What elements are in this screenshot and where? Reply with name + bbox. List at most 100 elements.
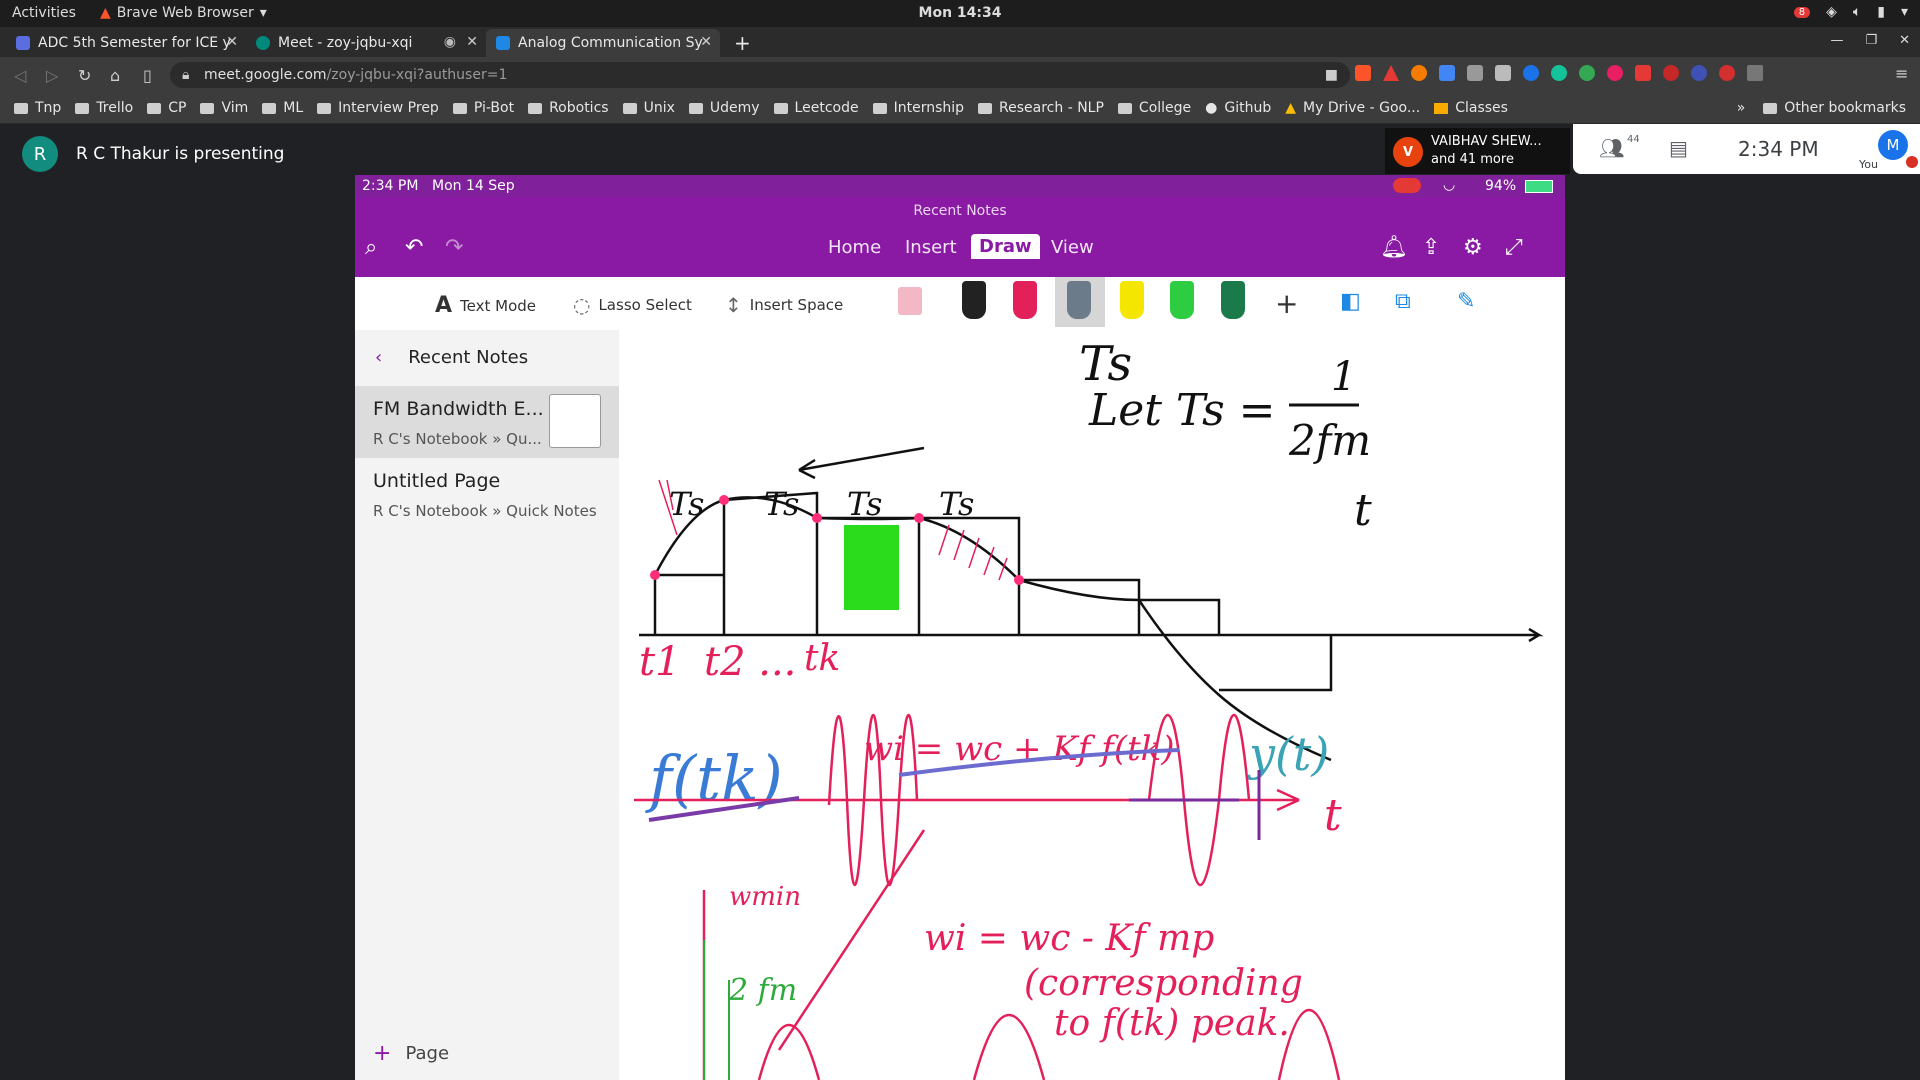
pen-tool-black[interactable] (962, 281, 986, 319)
undo-icon[interactable]: ↶ (405, 235, 423, 260)
bookmarks-overflow[interactable]: » (1737, 100, 1746, 116)
close-icon[interactable]: ✕ (226, 34, 238, 50)
grammarly-icon[interactable] (1551, 65, 1567, 81)
notification-badge[interactable]: 8 (1793, 6, 1811, 18)
insert-space-button[interactable]: ↕ Insert Space (725, 293, 843, 317)
extension-icon[interactable] (1635, 65, 1651, 81)
extension-icon[interactable] (1523, 65, 1539, 81)
system-clock[interactable]: Mon 14:34 (0, 5, 1920, 21)
bookmark-github[interactable]: ● Github (1205, 100, 1271, 116)
eraser-tool[interactable] (898, 287, 922, 315)
extension-icon[interactable] (1495, 65, 1511, 81)
bookmark-folder[interactable]: Udemy (688, 100, 760, 116)
browser-tab[interactable]: Analog Communication Sy ✕ (486, 29, 720, 57)
tab-view[interactable]: View (1051, 237, 1094, 258)
restore-icon[interactable]: ❐ (1865, 33, 1877, 48)
camera-icon[interactable]: ■ (1325, 62, 1338, 88)
extension-icon[interactable] (1579, 65, 1595, 81)
expand-icon[interactable]: ⤢ (1505, 235, 1523, 260)
close-window-icon[interactable]: ✕ (1899, 33, 1910, 48)
system-tray[interactable]: 8 ◈ 🔈︎ ▮ ▾ (1793, 4, 1908, 20)
extension-icon[interactable] (1607, 65, 1623, 81)
tab-draw[interactable]: Draw (971, 234, 1040, 259)
extension-icon[interactable] (1719, 65, 1735, 81)
playlist-icon[interactable] (1747, 65, 1763, 81)
bookmark-folder[interactable]: College (1117, 100, 1191, 116)
ink-text: wi = wc - Kf mp (924, 918, 1214, 959)
menu-icon[interactable]: ≡ (1895, 64, 1908, 83)
extension-icon[interactable] (1411, 65, 1427, 81)
new-tab-button[interactable]: + (724, 29, 754, 57)
folder-icon (200, 102, 215, 114)
redo-icon[interactable]: ↷ (445, 235, 463, 260)
add-page-button[interactable]: + Page (373, 1041, 449, 1066)
tab-home[interactable]: Home (828, 237, 881, 258)
extension-icon[interactable] (1467, 65, 1483, 81)
bookmark-folder[interactable]: Vim (200, 100, 248, 116)
share-icon[interactable]: ⇪ (1422, 235, 1440, 260)
bookmark-icon[interactable]: ▯ (143, 66, 152, 85)
bookmark-folder[interactable]: Tnp (14, 100, 61, 116)
highlighter-green[interactable] (1170, 281, 1194, 319)
list-item[interactable]: Untitled Page R C's Notebook » Quick Not… (355, 458, 619, 530)
pen-tool-galaxy[interactable] (1067, 281, 1091, 319)
forward-icon[interactable]: ▷ (46, 66, 58, 85)
translate-icon[interactable] (1439, 65, 1455, 81)
folder-icon (147, 102, 162, 114)
bookmark-classes[interactable]: Classes (1434, 100, 1508, 116)
back-icon[interactable]: ‹ (375, 347, 382, 368)
extension-icon[interactable] (1663, 65, 1679, 81)
brave-rewards-icon[interactable] (1383, 65, 1399, 81)
address-bar[interactable]: 🔒︎ meet.google.com/zoy-jqbu-xqi?authuser… (170, 62, 1350, 88)
bookmark-folder[interactable]: Research - NLP (978, 100, 1104, 116)
text-mode-button[interactable]: A Text Mode (435, 293, 536, 318)
minimize-icon[interactable]: — (1830, 33, 1843, 48)
meet-controls-panel: 👥︎ 44 ▤ 2:34 PM You M (1573, 124, 1920, 174)
note-canvas[interactable]: Ts Let Ts = 1 2fm t Ts Ts Ts Ts t1 t2 ..… (619, 330, 1565, 1080)
bookmark-folder[interactable]: Leetcode (773, 100, 859, 116)
pen-tool-pink[interactable] (1013, 281, 1037, 319)
bookmark-folder[interactable]: Internship (872, 100, 964, 116)
reload-icon[interactable]: ↻ (78, 66, 91, 85)
wifi-icon: ◈ (1826, 4, 1837, 20)
bookmark-folder[interactable]: Interview Prep (317, 100, 439, 116)
chat-icon[interactable]: ▤ (1669, 136, 1688, 160)
shapes-icon[interactable]: ◧ (1340, 289, 1361, 314)
ruler-icon[interactable]: ✎ (1457, 289, 1475, 314)
add-pen-icon[interactable]: + (1275, 287, 1298, 320)
bookmark-folder[interactable]: CP (147, 100, 186, 116)
tab-insert[interactable]: Insert (905, 237, 957, 258)
search-icon[interactable]: ⌕ (365, 235, 377, 260)
ink-to-shape-icon[interactable]: ⧉ (1395, 289, 1411, 314)
gear-icon[interactable]: ⚙ (1463, 235, 1483, 260)
close-icon[interactable]: ✕ (700, 34, 712, 50)
extension-icon[interactable] (1691, 65, 1707, 81)
note-thumbnail (549, 394, 601, 448)
bookmark-folder[interactable]: Trello (75, 100, 133, 116)
sidebar-title: Recent Notes (408, 347, 529, 368)
browser-tab[interactable]: ADC 5th Semester for ICE y ✕ (6, 29, 246, 57)
bell-icon[interactable]: 🔔︎ (1380, 235, 1408, 260)
other-bookmarks[interactable]: Other bookmarks (1763, 100, 1906, 116)
notebook-icon (496, 36, 510, 50)
highlighter-yellow[interactable] (1120, 281, 1144, 319)
back-icon[interactable]: ◁ (14, 66, 26, 85)
pen-tool-dark-green[interactable] (1221, 281, 1245, 319)
home-icon[interactable]: ⌂ (110, 66, 120, 85)
self-avatar[interactable]: M (1878, 130, 1908, 160)
bookmark-folder[interactable]: Robotics (528, 100, 609, 116)
bookmark-folder[interactable]: Unix (622, 100, 675, 116)
bookmark-drive[interactable]: ▲ My Drive - Goo... (1285, 100, 1420, 116)
bookmark-folder[interactable]: Pi-Bot (452, 100, 514, 116)
list-item[interactable]: FM Bandwidth E... R C's Notebook » Qu... (355, 386, 619, 458)
people-icon[interactable]: 👥︎ (1599, 136, 1624, 160)
brave-shields-icon[interactable] (1355, 65, 1371, 81)
ink-text: wmin (729, 882, 801, 912)
lasso-select-button[interactable]: ◌ Lasso Select (573, 293, 692, 317)
close-icon[interactable]: ✕ (466, 34, 478, 50)
participant-tile[interactable]: V VAIBHAV SHEW... and 41 more (1385, 128, 1570, 174)
bookmark-folder[interactable]: ML (262, 100, 303, 116)
folder-icon (773, 102, 788, 114)
browser-tab[interactable]: Meet - zoy-jqbu-xqi ◉ ✕ (246, 29, 486, 57)
onenote-header: Recent Notes ⌕ ↶ ↷ Home Insert Draw View… (355, 197, 1565, 277)
